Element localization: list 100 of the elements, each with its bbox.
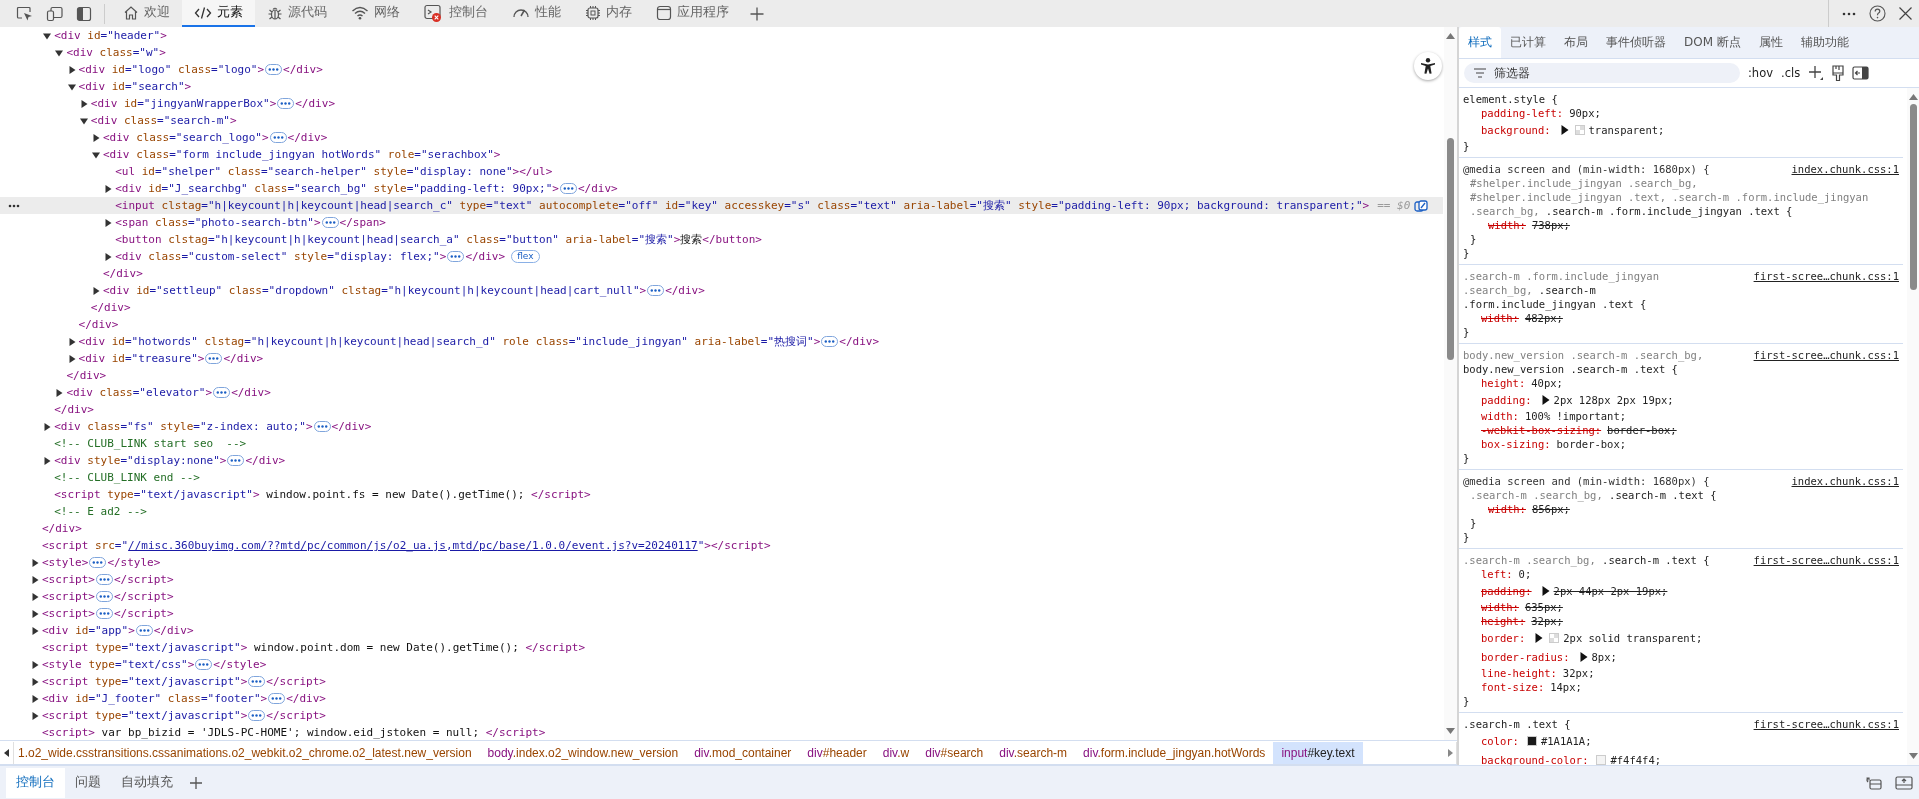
property-value[interactable]: 14px;	[1550, 680, 1582, 694]
source-link[interactable]: index.chunk.css:1	[1791, 474, 1899, 488]
ellipsis-icon[interactable]	[447, 251, 465, 262]
sidebar-tab[interactable]: 样式	[1459, 27, 1501, 58]
color-swatch[interactable]	[1526, 735, 1537, 746]
toggle-button[interactable]: .cls	[1781, 66, 1801, 80]
expand-arrow-icon[interactable]	[43, 456, 52, 465]
property-name[interactable]: width:	[1488, 502, 1526, 516]
drawer-tab[interactable]: 自动填充	[111, 767, 183, 798]
property-value[interactable]: 90px;	[1569, 106, 1601, 120]
panel-tab[interactable]: 应用程序	[644, 0, 741, 27]
property-name[interactable]: line-height:	[1481, 666, 1557, 680]
property-value[interactable]: 2px solid transparent;	[1563, 630, 1703, 645]
color-swatch[interactable]	[1596, 754, 1607, 765]
panel-tab[interactable]: 内存	[573, 0, 644, 27]
ellipsis-icon[interactable]	[269, 132, 287, 143]
property-name[interactable]: padding:	[1481, 392, 1532, 407]
breadcrumb-item[interactable]: div.mod_container	[686, 741, 800, 764]
panel-tab[interactable]: 性能	[500, 0, 573, 27]
sidebar-tab[interactable]: DOM 断点	[1675, 27, 1750, 58]
expand-arrow-icon[interactable]	[31, 558, 39, 567]
expand-arrow-icon[interactable]	[92, 286, 100, 295]
panel-tab[interactable]: 控制台	[412, 0, 500, 27]
sidebar-toggle-icon[interactable]	[1852, 66, 1870, 80]
expand-arrow-icon[interactable]	[31, 575, 39, 584]
property-value[interactable]: 0;	[1518, 567, 1532, 581]
add-icon[interactable]	[189, 775, 203, 790]
collapse-arrow-icon[interactable]	[67, 82, 76, 91]
ellipsis-icon[interactable]	[559, 183, 577, 194]
expand-arrow-icon[interactable]	[67, 337, 76, 346]
sidebar-tab[interactable]: 已计算	[1501, 27, 1555, 58]
ellipsis-icon[interactable]	[205, 353, 223, 364]
expand-arrow-icon[interactable]	[1560, 124, 1569, 135]
breadcrumb-item[interactable]: input#key.text	[1273, 741, 1363, 764]
property-value[interactable]: 32px;	[1562, 666, 1595, 680]
ellipsis-icon[interactable]	[265, 64, 283, 75]
source-link[interactable]: index.chunk.css:1	[1791, 162, 1899, 176]
property-name[interactable]: width:	[1481, 409, 1519, 423]
add-rule-icon[interactable]	[1808, 65, 1825, 81]
device-icon[interactable]	[46, 5, 64, 22]
expand-arrow-icon[interactable]	[31, 711, 39, 720]
panel-tab[interactable]: 元素	[182, 0, 255, 27]
dock-icon[interactable]	[1865, 774, 1883, 791]
breadcrumb-item[interactable]: div.w	[874, 741, 918, 764]
property-name[interactable]: padding:	[1481, 583, 1532, 598]
ellipsis-icon[interactable]	[248, 676, 266, 687]
sidebar-tab[interactable]: 辅助功能	[1791, 27, 1858, 58]
property-name[interactable]: border:	[1481, 630, 1526, 645]
ellipsis-icon[interactable]	[248, 710, 266, 721]
property-value[interactable]: 738px;	[1531, 218, 1570, 232]
property-name[interactable]: background:	[1481, 122, 1551, 137]
property-name[interactable]: padding-left:	[1481, 106, 1564, 120]
property-name[interactable]: height:	[1481, 614, 1526, 628]
property-name[interactable]: border-radius:	[1481, 649, 1570, 664]
expand-arrow-icon[interactable]	[43, 422, 52, 431]
ellipsis-icon[interactable]	[195, 659, 213, 670]
scroll-down-icon[interactable]	[1446, 728, 1455, 734]
expand-arrow-icon[interactable]	[31, 660, 39, 669]
drawer-tab[interactable]: 控制台	[6, 767, 65, 798]
collapse-arrow-icon[interactable]	[43, 31, 52, 40]
ellipsis-icon[interactable]	[313, 421, 331, 432]
expand-arrow-icon[interactable]	[31, 592, 39, 601]
toggle-button[interactable]: :hov	[1748, 66, 1773, 80]
expand-arrow-icon[interactable]	[1579, 651, 1588, 662]
property-value[interactable]: #1A1A1A;	[1540, 733, 1592, 748]
property-name[interactable]: -webkit-box-sizing:	[1481, 423, 1602, 437]
property-value[interactable]: 2px 128px 2px 19px;	[1553, 392, 1674, 407]
scroll-up-icon[interactable]	[1446, 33, 1455, 39]
source-link[interactable]: first-scree…chunk.css:1	[1753, 348, 1899, 362]
breadcrumb-item[interactable]: div.form.include_jingyan.hotWords	[1075, 741, 1274, 764]
collapse-arrow-icon[interactable]	[55, 48, 64, 57]
scrollbar-thumb[interactable]	[1447, 138, 1454, 360]
ellipsis-icon[interactable]	[89, 557, 107, 568]
sidebar-tab[interactable]: 事件侦听器	[1597, 27, 1675, 58]
expand-arrow-icon[interactable]	[31, 694, 39, 703]
property-value[interactable]: 856px;	[1531, 502, 1570, 516]
expand-arrow-icon[interactable]	[104, 252, 113, 261]
property-value[interactable]: 2px 44px 2px 19px;	[1553, 583, 1668, 598]
color-swatch[interactable]	[1549, 632, 1560, 643]
source-link[interactable]: first-scree…chunk.css:1	[1753, 717, 1899, 731]
breadcrumb-item[interactable]: div#header	[799, 741, 875, 764]
sidebar-tab[interactable]: 属性	[1749, 27, 1792, 58]
scrollbar[interactable]	[1907, 88, 1919, 765]
breadcrumb-item[interactable]: div#search	[917, 741, 992, 764]
expand-arrow-icon[interactable]	[55, 388, 64, 397]
ellipsis-icon[interactable]	[135, 625, 153, 636]
scroll-down-icon[interactable]	[1909, 753, 1918, 759]
property-value[interactable]: 100% !important;	[1524, 409, 1627, 423]
panel-tab[interactable]: 源代码	[255, 0, 339, 27]
scroll-up-icon[interactable]	[1909, 94, 1918, 100]
accessibility-button[interactable]	[1414, 52, 1442, 80]
expand-arrow-icon[interactable]	[92, 133, 100, 142]
ellipsis-icon[interactable]	[268, 693, 286, 704]
property-name[interactable]: width:	[1481, 311, 1519, 325]
script-link[interactable]: //misc.360buyimg.com/??mtd/pc/common/js/o2_ua.js,mtd/pc/base/1.0.0/event.js?v=20240117	[128, 539, 698, 552]
ellipsis-icon[interactable]	[213, 387, 231, 398]
property-value[interactable]: #f4f4f4;	[1610, 752, 1662, 765]
color-swatch[interactable]	[1574, 124, 1585, 135]
close-icon[interactable]	[1898, 6, 1913, 21]
expand-arrow-icon[interactable]	[79, 99, 88, 108]
